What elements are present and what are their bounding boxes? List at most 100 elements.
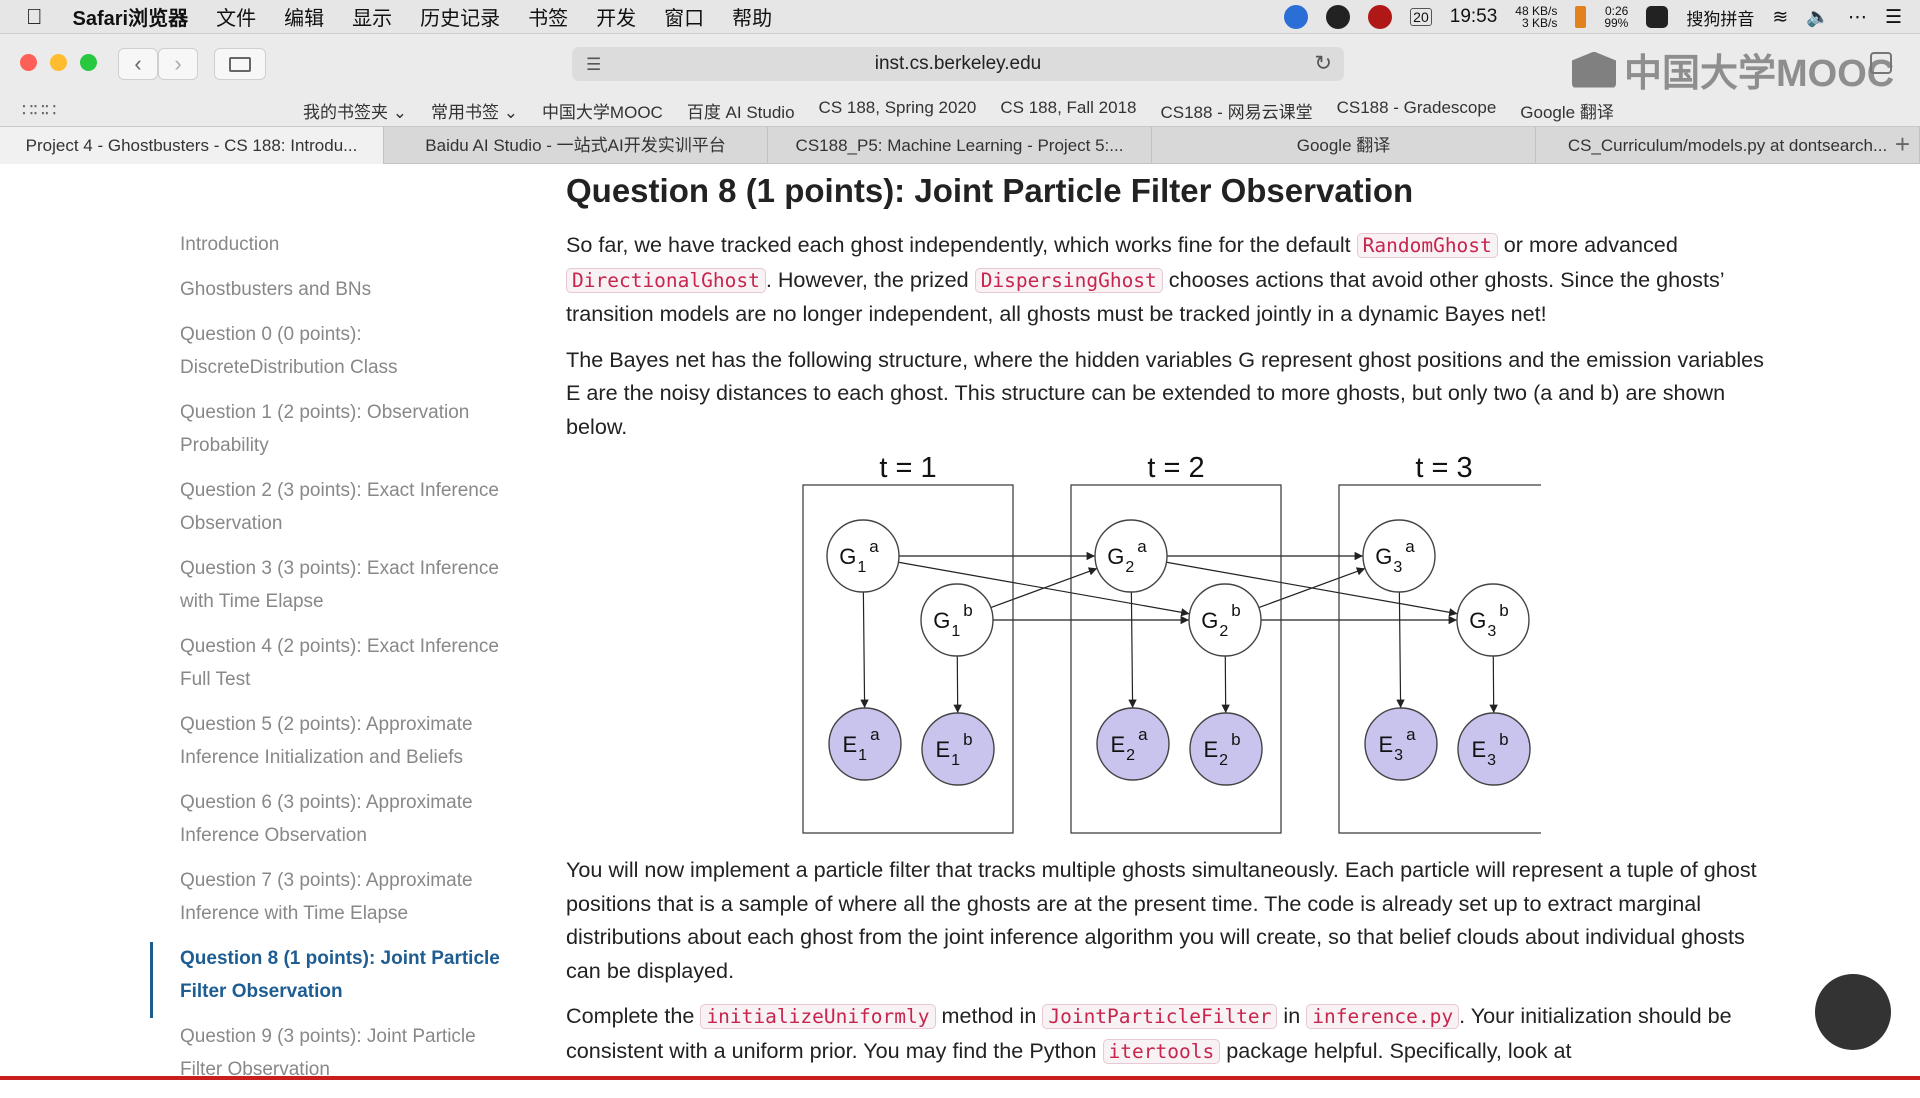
- menu-history[interactable]: 历史记录: [420, 2, 500, 31]
- bookmark-folder-common[interactable]: 常用书签 ⌄: [431, 98, 518, 123]
- menu-help[interactable]: 帮助: [732, 2, 772, 31]
- node-E1b: E1b: [922, 713, 994, 785]
- node-E1a: E1a: [829, 708, 901, 780]
- bookmark-baidu-ai-studio[interactable]: 百度 AI Studio: [687, 98, 795, 123]
- toc-question-6[interactable]: Question 6 (3 points): Approximate Infer…: [180, 786, 510, 852]
- instr-text-5: package helpful. Specifically, look at: [1220, 1038, 1571, 1063]
- paragraph-particle-filter: You will now implement a particle filter…: [566, 853, 1776, 987]
- toc-ghostbusters-bns[interactable]: Ghostbusters and BNs: [180, 273, 510, 306]
- sogou-ime-icon[interactable]: [1646, 6, 1668, 28]
- tab-bar: Project 4 - Ghostbusters - CS 188: Intro…: [0, 126, 1920, 164]
- node-E2b: E2b: [1190, 713, 1262, 785]
- dynamic-bayes-net-diagram: t = 1G1aG1bE1aE1bt = 2G2aG2bE2aE2bt = 3G…: [793, 455, 1541, 841]
- paragraph-bayes-net: The Bayes net has the following structur…: [566, 343, 1776, 444]
- back-button[interactable]: ‹: [118, 48, 158, 80]
- menu-window[interactable]: 窗口: [664, 2, 704, 31]
- toc-question-8[interactable]: Question 8 (1 points): Joint Particle Fi…: [180, 942, 510, 1008]
- bookmark-cs188-fall-2018[interactable]: CS 188, Fall 2018: [1000, 98, 1136, 123]
- mooc-logo-icon: [1572, 52, 1616, 88]
- sidebar-icon: [229, 57, 251, 72]
- toc-question-4[interactable]: Question 4 (2 points): Exact Inference F…: [180, 630, 510, 696]
- status-tray: 20 19:53 48 KB/s 3 KB/s 0:26 99% 搜狗拼音 ≋ …: [1284, 0, 1902, 34]
- toc-question-0[interactable]: Question 0 (0 points): DiscreteDistribut…: [180, 318, 510, 384]
- apps-grid-icon[interactable]: ∷∷∷: [22, 100, 56, 121]
- paragraph-intro: So far, we have tracked each ghost indep…: [566, 228, 1776, 331]
- bookmark-cs188-spring-2020[interactable]: CS 188, Spring 2020: [819, 98, 977, 123]
- tab-baidu-ai-studio[interactable]: Baidu AI Studio - 一站式AI开发实训平台: [384, 127, 768, 164]
- menu-view[interactable]: 显示: [352, 2, 392, 31]
- reader-mode-icon[interactable]: ☰: [586, 55, 601, 75]
- record-app-icon[interactable]: [1368, 5, 1392, 29]
- ime-label[interactable]: 搜狗拼音: [1686, 5, 1754, 30]
- menubar-clock[interactable]: 19:53: [1450, 6, 1498, 28]
- toc-question-5[interactable]: Question 5 (2 points): Approximate Infer…: [180, 708, 510, 774]
- wifi-icon[interactable]: ≋: [1772, 6, 1788, 29]
- time-slice-2: t = 2G2aG2bE2aE2b: [1071, 455, 1281, 833]
- battery-percent: 99%: [1604, 17, 1628, 29]
- reload-icon[interactable]: ↻: [1314, 51, 1332, 76]
- address-bar-url: inst.cs.berkeley.edu: [875, 53, 1042, 75]
- node-E2a: E2a: [1097, 708, 1169, 780]
- menu-app-name[interactable]: Safari浏览器: [73, 2, 189, 31]
- bookmarks-bar: ∷∷∷ 我的书签夹 ⌄ 常用书签 ⌄ 中国大学MOOC 百度 AI Studio…: [0, 92, 1920, 126]
- battery-icon: [1575, 6, 1586, 28]
- volume-icon[interactable]: 🔈: [1806, 5, 1830, 29]
- node-G1b: G1b: [921, 584, 993, 656]
- toc-question-3[interactable]: Question 3 (3 points): Exact Inference w…: [180, 552, 510, 618]
- net-down-speed: 3 KB/s: [1515, 17, 1557, 29]
- paragraph-instructions: Complete the initializeUniformly method …: [566, 999, 1776, 1068]
- emission-edge-a: [1399, 592, 1400, 708]
- apple-menu-icon[interactable]: : [26, 4, 43, 30]
- close-window-button[interactable]: [20, 54, 37, 71]
- toc-question-7[interactable]: Question 7 (3 points): Approximate Infer…: [180, 864, 510, 930]
- new-tab-button[interactable]: +: [1895, 129, 1910, 160]
- bluetooth-app-icon[interactable]: [1284, 5, 1308, 29]
- intro-text-1: So far, we have tracked each ghost indep…: [566, 232, 1357, 257]
- more-icon[interactable]: ⋯: [1848, 6, 1867, 29]
- tab-ghostbusters[interactable]: Project 4 - Ghostbusters - CS 188: Intro…: [0, 127, 384, 164]
- tab-overview-icon[interactable]: [1870, 52, 1892, 74]
- bookmark-folder-mine[interactable]: 我的书签夹 ⌄: [303, 98, 407, 123]
- node-E3b: E3b: [1458, 713, 1530, 785]
- bookmark-google-translate[interactable]: Google 翻译: [1520, 98, 1614, 123]
- tab-cs-curriculum[interactable]: CS_Curriculum/models.py at dontsearch...: [1536, 127, 1920, 164]
- transition-edge: [991, 568, 1097, 607]
- toc-question-1[interactable]: Question 1 (2 points): Observation Proba…: [180, 396, 510, 462]
- bookmark-cs188-netease[interactable]: CS188 - 网易云课堂: [1160, 98, 1312, 123]
- time-slice-label: t = 3: [1415, 455, 1472, 484]
- calendar-date-badge[interactable]: 20: [1410, 8, 1432, 26]
- emission-edge-a: [1131, 592, 1132, 708]
- zoom-window-button[interactable]: [80, 54, 97, 71]
- code-joint-particle-filter: JointParticleFilter: [1042, 1004, 1277, 1029]
- emission-edge-a: [863, 592, 864, 708]
- notification-list-icon[interactable]: ☰: [1885, 6, 1902, 29]
- network-speed: 48 KB/s 3 KB/s: [1515, 5, 1557, 29]
- time-slice-1: t = 1G1aG1bE1aE1b: [803, 455, 1013, 833]
- bookmark-mooc[interactable]: 中国大学MOOC: [542, 98, 663, 123]
- node-G1a: G1a: [827, 520, 899, 592]
- sidebar-toggle-button[interactable]: [214, 48, 266, 80]
- transition-edge: [1259, 568, 1365, 607]
- floating-action-button[interactable]: [1815, 974, 1891, 1050]
- menu-develop[interactable]: 开发: [596, 2, 636, 31]
- toc-introduction[interactable]: Introduction: [180, 228, 510, 261]
- active-section-marker: [150, 942, 153, 1018]
- forward-button[interactable]: ›: [158, 48, 198, 80]
- menu-file[interactable]: 文件: [216, 2, 256, 31]
- tab-google-translate[interactable]: Google 翻译: [1152, 127, 1536, 164]
- main-content: Question 8 (1 points): Joint Particle Fi…: [566, 168, 1776, 1080]
- bookmark-list: 我的书签夹 ⌄ 常用书签 ⌄ 中国大学MOOC 百度 AI Studio CS …: [303, 98, 1614, 123]
- feather-app-icon[interactable]: [1326, 5, 1350, 29]
- address-bar[interactable]: ☰ inst.cs.berkeley.edu ↻: [572, 47, 1344, 81]
- code-dispersing-ghost: DispersingGhost: [975, 268, 1163, 293]
- bookmark-cs188-gradescope[interactable]: CS188 - Gradescope: [1337, 98, 1497, 123]
- toc-question-2[interactable]: Question 2 (3 points): Exact Inference O…: [180, 474, 510, 540]
- macos-menubar:  Safari浏览器 文件 编辑 显示 历史记录 书签 开发 窗口 帮助 20…: [0, 0, 1920, 34]
- page-toc: Introduction Ghostbusters and BNs Questi…: [180, 228, 510, 1098]
- minimize-window-button[interactable]: [50, 54, 67, 71]
- node-G3b: G3b: [1457, 584, 1529, 656]
- menu-edit[interactable]: 编辑: [284, 2, 324, 31]
- menu-bookmarks[interactable]: 书签: [528, 2, 568, 31]
- code-random-ghost: RandomGhost: [1357, 233, 1498, 258]
- tab-cs188-p5[interactable]: CS188_P5: Machine Learning - Project 5:.…: [768, 127, 1152, 164]
